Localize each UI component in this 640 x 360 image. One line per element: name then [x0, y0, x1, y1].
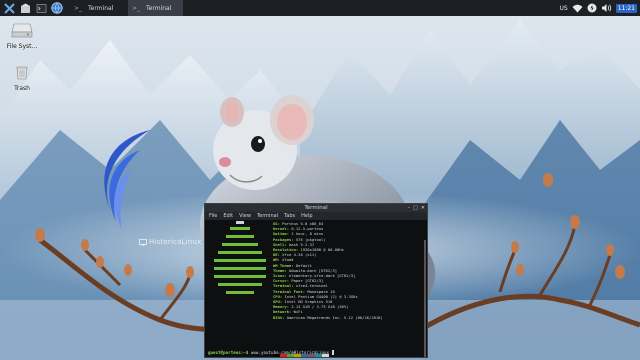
app-menu-button[interactable]: [2, 1, 16, 15]
window-title: Terminal: [304, 205, 328, 211]
desktop-icon-filesystem[interactable]: File Syst...: [2, 22, 42, 50]
desktop: >_ Terminal >_ Terminal US 11:21 File Sy…: [0, 0, 640, 360]
system-info: OS: Porteus 5.0 x86_64 Kernel: 6.12.5-po…: [273, 221, 425, 320]
taskbar-item-terminal-1[interactable]: >_ Terminal: [70, 0, 125, 16]
info-line: BIOS: American Megatrends Inc. 5.12 (06/…: [273, 314, 383, 320]
trash-icon: [16, 66, 28, 80]
prompt-text: www.youtube.com/@HistoricaLinux: [250, 349, 330, 355]
keyboard-layout-indicator[interactable]: US: [560, 5, 568, 12]
terminal-icon: >_: [132, 4, 141, 12]
clock[interactable]: 11:21: [615, 3, 637, 13]
show-desktop-button[interactable]: [18, 1, 32, 15]
scrollbar[interactable]: [424, 240, 426, 357]
system-tray: US 11:21: [560, 0, 640, 16]
watermark: HistoricaLinux: [139, 238, 202, 246]
wifi-icon[interactable]: [572, 4, 583, 13]
globe-icon: [51, 2, 63, 14]
top-panel: >_ Terminal >_ Terminal US 11:21: [0, 0, 640, 16]
menu-terminal[interactable]: Terminal: [257, 213, 278, 219]
watermark-text: HistoricaLinux: [149, 238, 202, 246]
maximize-button[interactable]: □: [413, 204, 418, 212]
window-titlebar[interactable]: Terminal – □ ✕: [205, 204, 427, 212]
menu-bar: File Edit View Terminal Tabs Help: [205, 212, 427, 220]
browser-launcher-button[interactable]: [50, 1, 64, 15]
menu-tabs[interactable]: Tabs: [284, 213, 295, 219]
power-icon[interactable]: [587, 3, 597, 13]
terminal-icon: [36, 3, 46, 13]
shell-prompt[interactable]: guest@porteus:~$ www.youtube.com/@Histor…: [208, 349, 334, 355]
menu-view[interactable]: View: [239, 213, 251, 219]
terminal-icon: >_: [74, 4, 83, 12]
porteus-ascii-logo: [214, 221, 266, 294]
app-menu-icon: [3, 2, 15, 14]
drive-icon: [11, 23, 33, 38]
terminal-launcher-button[interactable]: [34, 1, 48, 15]
taskbar-item-label: Terminal: [146, 4, 172, 12]
desktop-icon-trash[interactable]: Trash: [2, 64, 42, 92]
menu-edit[interactable]: Edit: [223, 213, 233, 219]
home-folder-icon: [20, 3, 30, 13]
prompt-user: guest@porteus:~$: [208, 349, 249, 355]
terminal-window[interactable]: Terminal – □ ✕ File Edit View Terminal T…: [204, 203, 428, 358]
menu-help[interactable]: Help: [301, 213, 312, 219]
volume-icon[interactable]: [601, 3, 612, 13]
desktop-icon-label: Trash: [14, 85, 30, 92]
desktop-icon-label: File Syst...: [6, 43, 38, 50]
text-cursor: [331, 350, 334, 355]
menu-file[interactable]: File: [209, 213, 217, 219]
taskbar-item-label: Terminal: [88, 4, 114, 12]
minimize-button[interactable]: –: [408, 204, 411, 212]
terminal-output[interactable]: OS: Porteus 5.0 x86_64 Kernel: 6.12.5-po…: [205, 220, 427, 357]
close-button[interactable]: ✕: [421, 204, 425, 212]
channel-logo-icon: [139, 238, 147, 245]
taskbar-item-terminal-2[interactable]: >_ Terminal: [128, 0, 183, 16]
